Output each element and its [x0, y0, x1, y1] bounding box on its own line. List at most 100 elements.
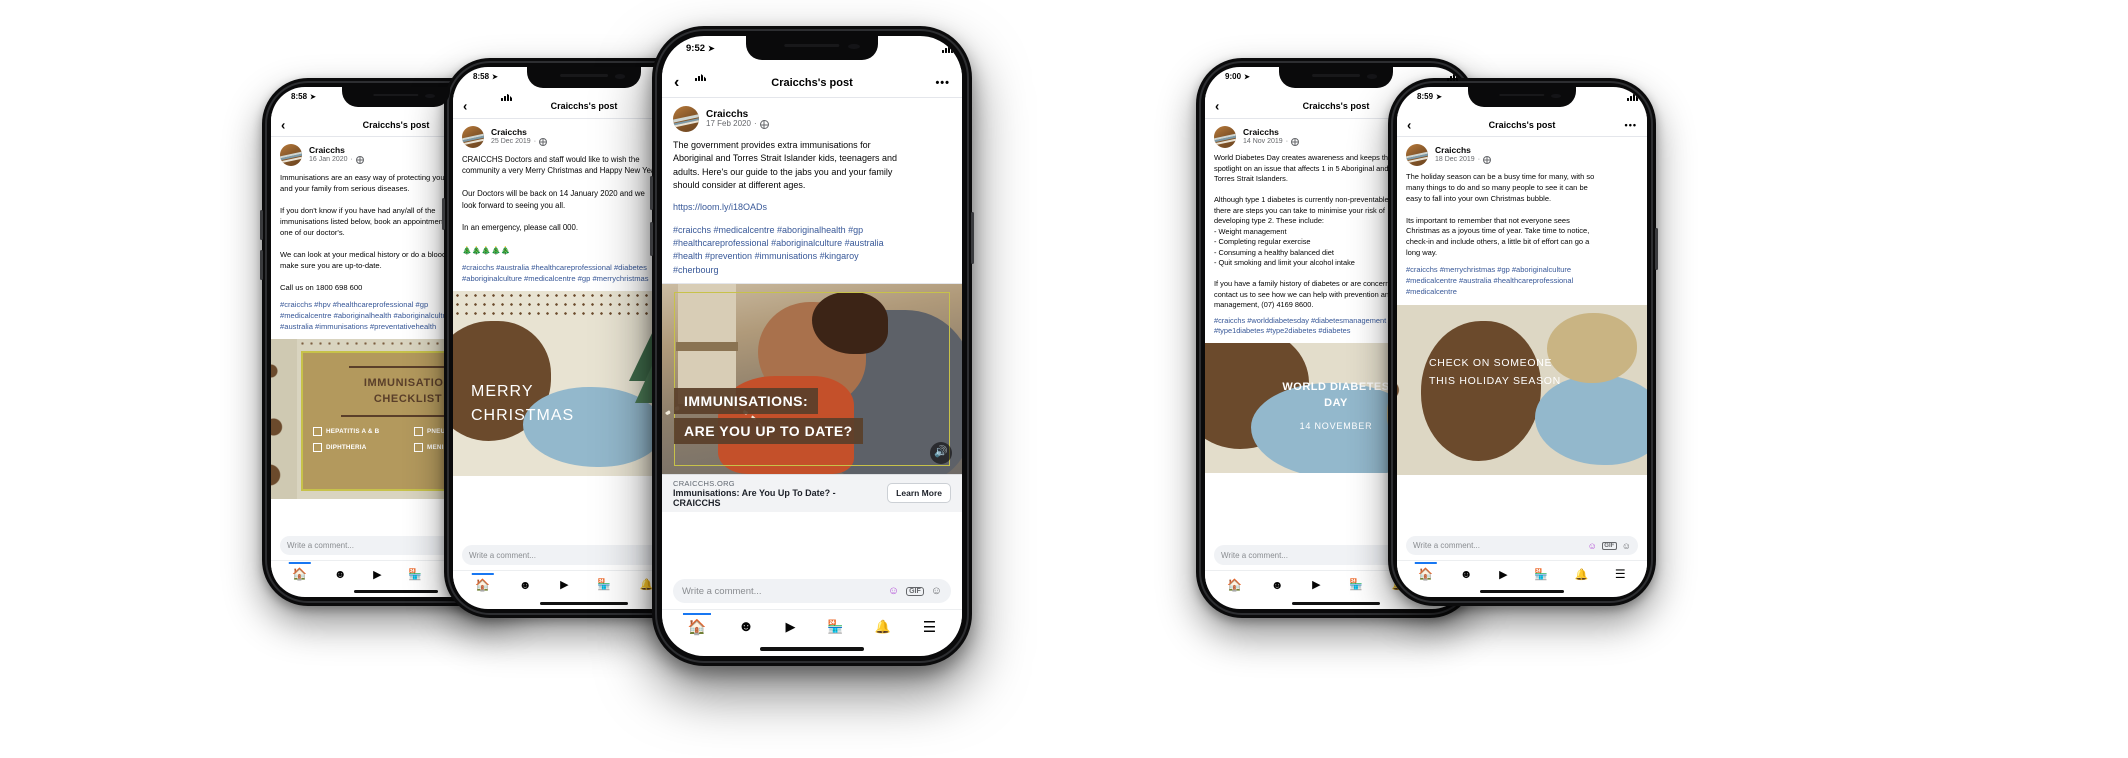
- post-date: 14 Nov 2019: [1243, 137, 1283, 145]
- back-button[interactable]: ‹: [281, 117, 285, 132]
- tab-menu[interactable]: ☰: [1615, 567, 1626, 581]
- tab-watch[interactable]: ▶: [786, 619, 796, 635]
- tab-groups[interactable]: ☻: [334, 567, 347, 581]
- tab-watch[interactable]: ▶: [560, 578, 568, 591]
- avatar[interactable]: [462, 126, 484, 148]
- phone-5-screen: 8:59 ➤ ◕ ‹ Craicchs's post ••• Craicchs …: [1397, 87, 1647, 597]
- tab-groups[interactable]: ☻: [1271, 578, 1284, 592]
- location-arrow-icon: ➤: [1436, 93, 1442, 101]
- status-time: 8:58 ➤: [291, 92, 316, 101]
- checkbox-icon[interactable]: [414, 427, 423, 436]
- page-title: Craicchs's post: [550, 101, 618, 111]
- post-author-row[interactable]: Craicchs 17 Feb 2020 ·: [673, 106, 951, 132]
- more-options-button[interactable]: •••: [1625, 120, 1637, 130]
- tab-notifications[interactable]: 🔔: [1575, 568, 1589, 581]
- link-card-host: CRAICCHS.ORG: [673, 478, 735, 488]
- phone-3-volume-button[interactable]: [650, 176, 653, 210]
- tab-marketplace[interactable]: 🏪: [827, 619, 843, 635]
- tab-menu[interactable]: ☰: [923, 618, 936, 636]
- tab-marketplace[interactable]: 🏪: [597, 578, 611, 591]
- avatar[interactable]: [1406, 144, 1428, 166]
- tab-marketplace[interactable]: 🏪: [408, 568, 422, 581]
- author-name[interactable]: Craicchs: [491, 127, 547, 137]
- checkbox-icon[interactable]: [313, 427, 322, 436]
- checkbox-icon[interactable]: [414, 443, 423, 452]
- back-button[interactable]: ‹: [1407, 117, 1411, 132]
- post-date: 25 Dec 2019: [491, 137, 531, 145]
- learn-more-button[interactable]: Learn More: [887, 483, 951, 504]
- tab-home[interactable]: 🏠: [292, 567, 307, 581]
- tab-home[interactable]: 🏠: [1227, 578, 1242, 592]
- tab-watch[interactable]: ▶: [1499, 568, 1507, 581]
- back-button[interactable]: ‹: [1215, 99, 1219, 114]
- tab-notifications[interactable]: 🔔: [875, 619, 891, 635]
- gif-icon[interactable]: GIF: [906, 586, 924, 596]
- tab-groups[interactable]: ☻: [519, 578, 532, 592]
- location-arrow-icon: ➤: [492, 73, 498, 81]
- phone-5-tab-bar: 🏠 ☻ ▶ 🏪 🔔 ☰: [1397, 560, 1647, 587]
- post-link-card[interactable]: CRAICCHS.ORG Immunisations: Are You Up T…: [662, 473, 962, 512]
- gif-icon[interactable]: GIF: [1601, 541, 1617, 550]
- post-meta: 16 Jan 2020 ·: [309, 155, 364, 164]
- phone-2-volume-button[interactable]: [442, 198, 445, 230]
- post-date: 16 Jan 2020: [309, 155, 348, 163]
- phone-3-volume-button-2[interactable]: [650, 222, 653, 256]
- globe-icon: [355, 155, 364, 164]
- avatar[interactable]: [673, 106, 699, 132]
- post-hashtags[interactable]: #craicchs #merrychristmas #gp #aborigina…: [1406, 265, 1638, 298]
- post-link[interactable]: https://loom.ly/i18OADs: [673, 201, 951, 214]
- comment-input[interactable]: Write a comment... ☺ GIF ☺: [673, 579, 951, 603]
- sticker-icon[interactable]: ☺: [1588, 541, 1597, 551]
- post-hashtags[interactable]: #craicchs #medicalcentre #aboriginalheal…: [673, 224, 951, 283]
- post-meta: 17 Feb 2020 ·: [706, 119, 769, 129]
- back-button[interactable]: ‹: [463, 99, 467, 114]
- art-blob-tan: [1547, 312, 1637, 383]
- tab-watch[interactable]: ▶: [373, 568, 381, 581]
- phone-4-home-indicator: [1292, 602, 1380, 605]
- tab-groups[interactable]: ☻: [1460, 567, 1473, 581]
- comment-placeholder: Write a comment...: [1221, 550, 1288, 560]
- emoji-icon[interactable]: ☺: [1622, 541, 1631, 551]
- post-attachment-image[interactable]: IMMUNISATIONS: ARE YOU UP TO DATE? 🔊: [662, 282, 962, 474]
- post-attachment-image[interactable]: CHECK ON SOMEONE THIS HOLIDAY SEASON: [1397, 304, 1647, 475]
- author-name[interactable]: Craicchs: [1243, 127, 1299, 137]
- sticker-icon[interactable]: ☺: [888, 585, 899, 597]
- tab-marketplace[interactable]: 🏪: [1349, 578, 1363, 591]
- back-button[interactable]: ‹: [674, 74, 679, 92]
- location-arrow-icon: ➤: [1244, 73, 1250, 81]
- emoji-icon[interactable]: ☺: [931, 585, 942, 597]
- avatar[interactable]: [280, 144, 302, 166]
- post-meta: 18 Dec 2019 ·: [1435, 155, 1492, 164]
- globe-icon: [539, 137, 548, 146]
- phone-2-notch: [527, 67, 641, 88]
- tab-home[interactable]: 🏠: [1418, 567, 1433, 581]
- avatar[interactable]: [1214, 126, 1236, 148]
- comment-input[interactable]: Write a comment... ☺ GIF ☺: [1406, 536, 1638, 555]
- globe-icon: [759, 120, 769, 129]
- post-author-row[interactable]: Craicchs 18 Dec 2019 ·: [1406, 144, 1638, 166]
- phone-1-volume-button-2[interactable]: [260, 250, 263, 280]
- phone-5-power-button[interactable]: [1655, 228, 1658, 270]
- more-options-button[interactable]: •••: [935, 77, 950, 89]
- status-time: 9:52 ➤: [686, 43, 715, 54]
- tab-marketplace[interactable]: 🏪: [1534, 568, 1548, 581]
- status-time: 9:00 ➤: [1225, 72, 1250, 81]
- phone-5-navbar: ‹ Craicchs's post •••: [1397, 113, 1647, 137]
- phone-1-home-indicator: [354, 590, 438, 593]
- phone-3-power-button[interactable]: [971, 212, 974, 264]
- art-blob-blue: [1535, 374, 1647, 465]
- art-caption-line-1: IMMUNISATIONS:: [674, 387, 819, 414]
- author-name[interactable]: Craicchs: [309, 145, 364, 155]
- phone-3-home-indicator: [760, 647, 864, 651]
- phone-1-volume-button[interactable]: [260, 210, 263, 240]
- tab-watch[interactable]: ▶: [1312, 578, 1320, 591]
- speaker-icon[interactable]: 🔊: [930, 441, 952, 464]
- tab-home[interactable]: 🏠: [688, 618, 707, 636]
- art-pattern-left: [271, 339, 297, 499]
- tab-groups[interactable]: ☻: [738, 618, 754, 635]
- author-name[interactable]: Craicchs: [1435, 145, 1491, 155]
- tab-home[interactable]: 🏠: [475, 578, 490, 592]
- checkbox-icon[interactable]: [313, 443, 322, 452]
- phone-5-notch: [1468, 87, 1576, 107]
- post-body: The government provides extra immunisati…: [673, 140, 897, 190]
